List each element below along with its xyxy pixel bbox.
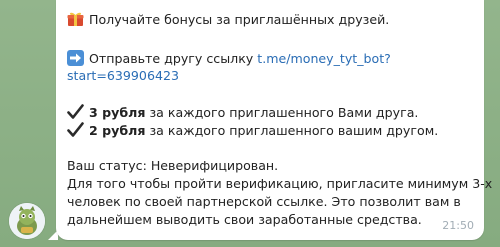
bonus-bullet-2: 2 рубля за каждого приглашенного вашим д… bbox=[67, 122, 438, 139]
referral-prefix-text: Отправьте другу ссылку bbox=[89, 51, 258, 66]
info-line-3: дальнейшем выводить свои заработанные ср… bbox=[67, 212, 422, 227]
bonus-bullet-2-amount: 2 рубля bbox=[89, 123, 146, 138]
bot-avatar-icon[interactable] bbox=[9, 203, 45, 239]
bonus-bullet-2-text: за каждого приглашенного вашим другом. bbox=[145, 123, 439, 138]
referral-link-line-2: start=639906423 bbox=[67, 68, 179, 84]
info-line-2: человек по своей партнерской ссылке. Это… bbox=[67, 194, 461, 209]
bonus-heading-line: Получайте бонусы за приглашённых друзей. bbox=[67, 11, 389, 28]
bonus-bullet-1-amount: 3 рубля bbox=[89, 105, 146, 120]
bonus-heading-text: Получайте бонусы за приглашённых друзей. bbox=[89, 12, 390, 27]
referral-link-part1[interactable]: t.me/money_tyt_bot? bbox=[257, 51, 391, 66]
referral-link-part2[interactable]: start=639906423 bbox=[67, 68, 179, 83]
status-line: Ваш статус: Неверифицирован. bbox=[67, 158, 279, 173]
message-bubble[interactable]: Получайте бонусы за приглашённых друзей.… bbox=[56, 0, 492, 240]
arrow-right-icon bbox=[67, 50, 84, 66]
info-line-1: Для того чтобы пройти верификацию, пригл… bbox=[67, 176, 493, 191]
bonus-bullet-1: 3 рубля за каждого приглашенного Вами др… bbox=[67, 104, 418, 121]
referral-link-line: Отправьте другу ссылку t.me/money_tyt_bo… bbox=[67, 50, 391, 67]
bonus-bullet-1-text: за каждого приглашенного Вами друга. bbox=[145, 105, 419, 120]
message-timestamp: 21:50 bbox=[442, 219, 474, 232]
check-mark-icon bbox=[67, 104, 84, 120]
check-mark-icon bbox=[67, 122, 84, 138]
gift-icon bbox=[67, 11, 84, 27]
